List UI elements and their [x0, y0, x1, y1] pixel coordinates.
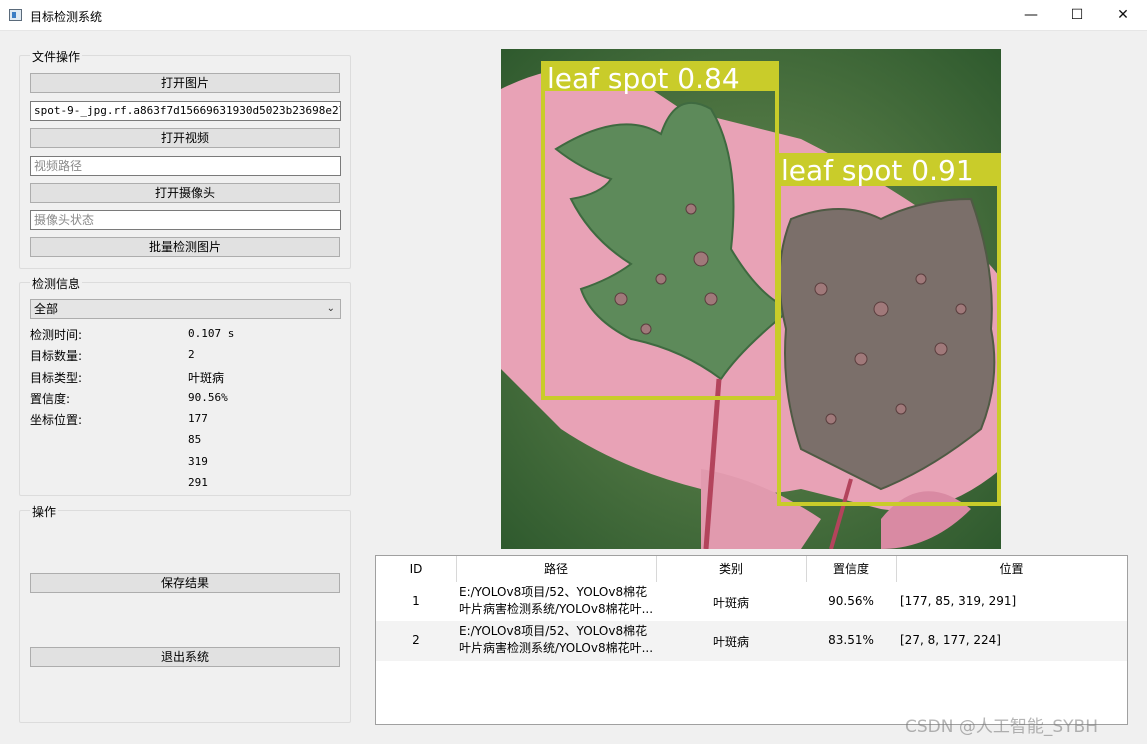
watermark: CSDN @人工智能_SYBH	[905, 717, 1098, 737]
detect-info-title: 检测信息	[30, 275, 83, 292]
save-result-button[interactable]: 保存结果	[30, 573, 340, 593]
row-position: [177, 85, 319, 291]	[900, 594, 1017, 608]
position-label: 坐标位置:	[30, 413, 83, 427]
row-id: 1	[412, 594, 420, 608]
file-ops-title: 文件操作	[30, 48, 83, 65]
target-type-label: 目标类型:	[30, 371, 83, 385]
row-confidence: 83.51%	[828, 633, 874, 647]
row-path-line2: 叶片病害检测系统/YOLOv8棉花叶...	[459, 602, 654, 616]
header-position[interactable]: 位置	[896, 556, 1127, 582]
detection-label-1: leaf spot 0.84	[547, 62, 740, 95]
table-row[interactable]: 2 E:/YOLOv8项目/52、YOLOv8棉花 叶片病害检测系统/YOLOv…	[376, 621, 1127, 661]
chevron-down-icon: ⌄	[326, 303, 335, 314]
detect-info-group: 检测信息 全部 ⌄ 检测时间: 0.107 s 目标数量: 2 目标类型: 叶斑…	[19, 275, 351, 496]
position-ymin: 85	[188, 433, 202, 446]
window-title: 目标检测系统	[30, 10, 103, 24]
position-xmax: 319	[188, 455, 208, 468]
row-class: 叶斑病	[712, 596, 749, 610]
video-path-field[interactable]: 视频路径	[30, 156, 341, 176]
header-confidence[interactable]: 置信度	[806, 556, 896, 582]
close-icon[interactable]: ✕	[1100, 0, 1146, 31]
confidence-label: 置信度:	[30, 392, 71, 406]
confidence-value: 90.56%	[188, 391, 228, 404]
detect-time-label: 检测时间:	[30, 328, 83, 342]
maximize-icon[interactable]: ☐	[1054, 0, 1100, 31]
target-selector-value: 全部	[34, 302, 59, 316]
batch-detect-button[interactable]: 批量检测图片	[30, 237, 340, 257]
results-table[interactable]: ID 路径 类别 置信度 位置 1 E:/YOLOv8项目/52、YOLOv8棉…	[375, 555, 1128, 725]
app-icon	[9, 9, 22, 21]
detection-label-2: leaf spot 0.91	[781, 154, 974, 187]
open-video-button[interactable]: 打开视频	[30, 128, 340, 148]
row-confidence: 90.56%	[828, 594, 874, 608]
target-count-value: 2	[188, 348, 195, 361]
header-path[interactable]: 路径	[456, 556, 656, 582]
target-count-label: 目标数量:	[30, 349, 83, 363]
detect-time-value: 0.107 s	[188, 327, 235, 340]
exit-button[interactable]: 退出系统	[30, 647, 340, 667]
row-id: 2	[412, 633, 420, 647]
minimize-icon[interactable]: —	[1008, 0, 1054, 31]
row-path-line1: E:/YOLOv8项目/52、YOLOv8棉花	[459, 585, 648, 599]
row-path: E:/YOLOv8项目/52、YOLOv8棉花 叶片病害检测系统/YOLOv8棉…	[459, 584, 655, 618]
operations-title: 操作	[30, 503, 59, 520]
detection-image-svg: leaf spot 0.84 leaf spot 0.91	[501, 49, 1001, 549]
target-type-value: 叶斑病	[188, 371, 225, 385]
row-path-line2: 叶片病害检测系统/YOLOv8棉花叶...	[459, 641, 654, 655]
open-camera-button[interactable]: 打开摄像头	[30, 183, 340, 203]
table-row[interactable]: 1 E:/YOLOv8项目/52、YOLOv8棉花 叶片病害检测系统/YOLOv…	[376, 582, 1127, 621]
open-image-button[interactable]: 打开图片	[30, 73, 340, 93]
row-class: 叶斑病	[712, 635, 749, 649]
target-selector[interactable]: 全部 ⌄	[30, 299, 341, 319]
detection-image: leaf spot 0.84 leaf spot 0.91	[501, 49, 1001, 549]
header-id[interactable]: ID	[376, 556, 456, 582]
image-path-field[interactable]: spot-9-_jpg.rf.a863f7d15669631930d5023b2…	[30, 101, 341, 121]
row-path-line1: E:/YOLOv8项目/52、YOLOv8棉花	[459, 624, 648, 638]
row-path: E:/YOLOv8项目/52、YOLOv8棉花 叶片病害检测系统/YOLOv8棉…	[459, 623, 655, 657]
row-position: [27, 8, 177, 224]	[900, 633, 1001, 647]
title-bar: 目标检测系统 — ☐ ✕	[0, 0, 1147, 31]
operations-group: 操作 保存结果 退出系统	[19, 503, 351, 723]
camera-status-field[interactable]: 摄像头状态	[30, 210, 341, 230]
position-xmin: 177	[188, 412, 208, 425]
file-ops-group: 文件操作 打开图片 spot-9-_jpg.rf.a863f7d15669631…	[19, 48, 351, 269]
position-ymax: 291	[188, 476, 208, 489]
header-class[interactable]: 类别	[656, 556, 806, 582]
